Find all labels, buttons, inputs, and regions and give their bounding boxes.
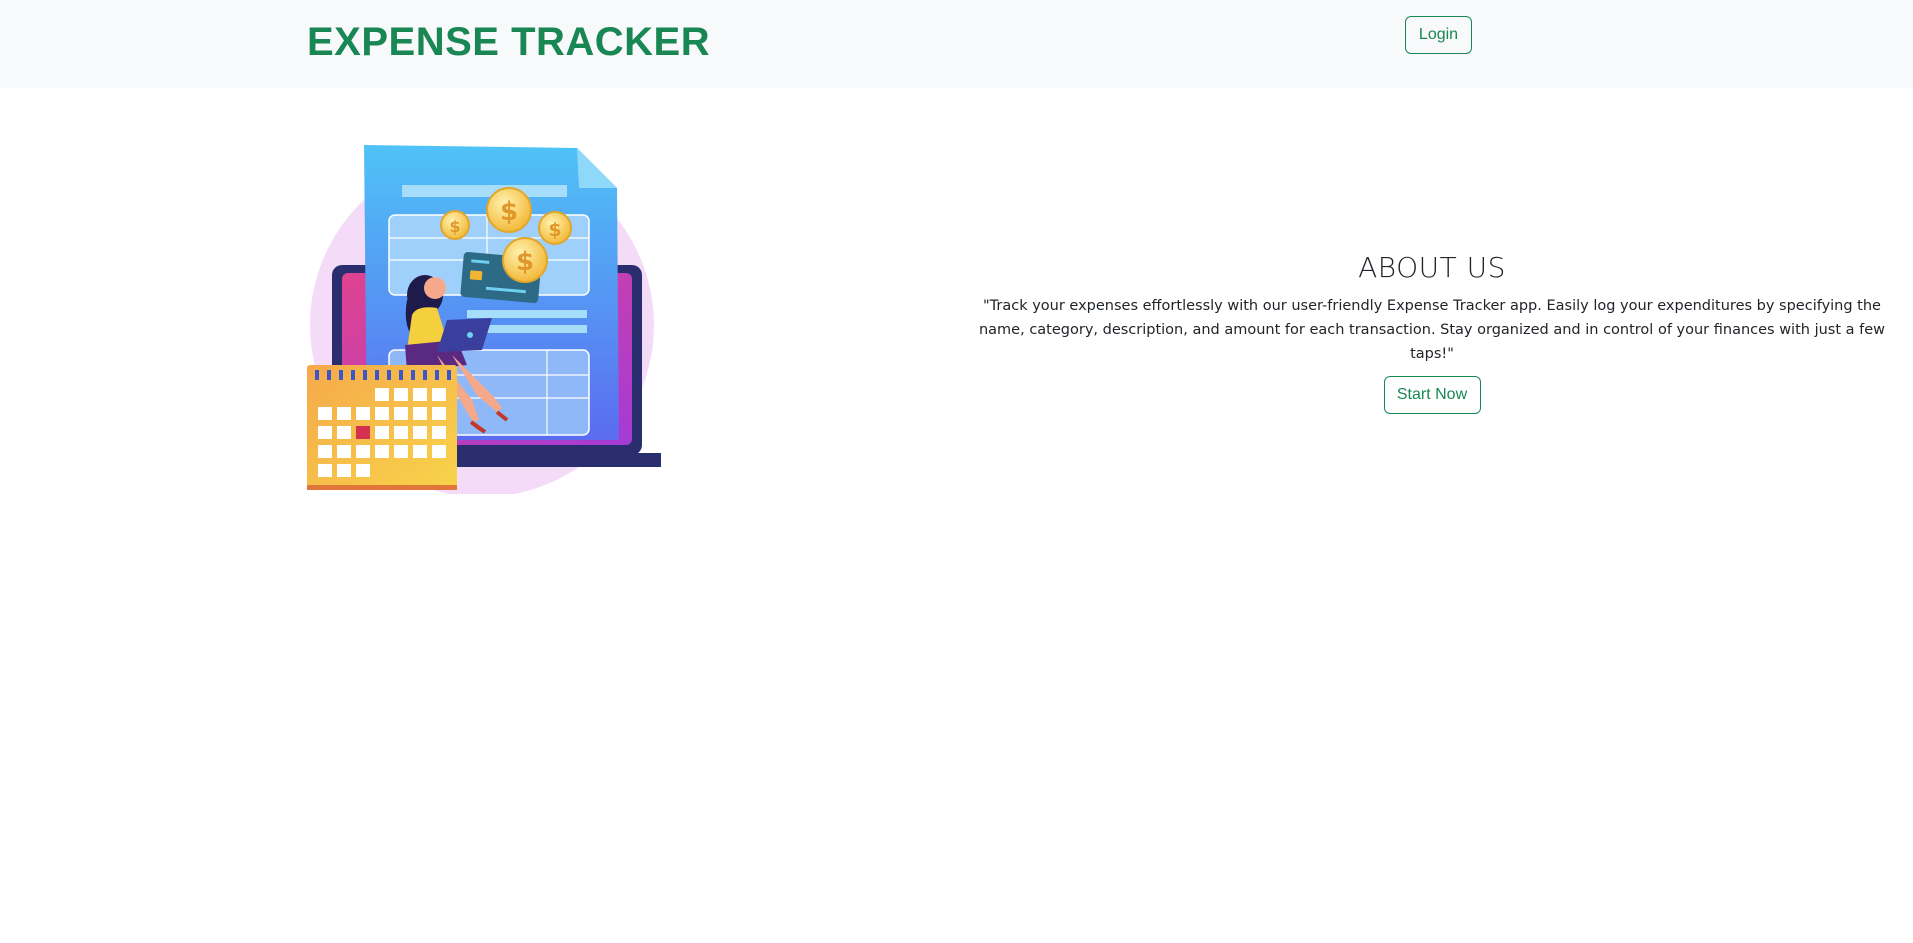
navbar: EXPENSE TRACKER Login [0,0,1913,88]
about-description: "Track your expenses effortlessly with o… [978,298,1886,362]
svg-text:$: $ [500,197,518,227]
login-button[interactable]: Login [1405,16,1472,54]
expense-illustration: $ $ $ $ [307,140,665,497]
about-section: ABOUT US "Track your expenses effortless… [960,248,1904,414]
start-now-button[interactable]: Start Now [1383,376,1481,414]
svg-text:$: $ [449,217,460,236]
brand-logo[interactable]: EXPENSE TRACKER [307,20,710,64]
about-title: ABOUT US [1358,251,1506,284]
svg-text:$: $ [516,247,534,277]
svg-text:$: $ [548,219,561,241]
